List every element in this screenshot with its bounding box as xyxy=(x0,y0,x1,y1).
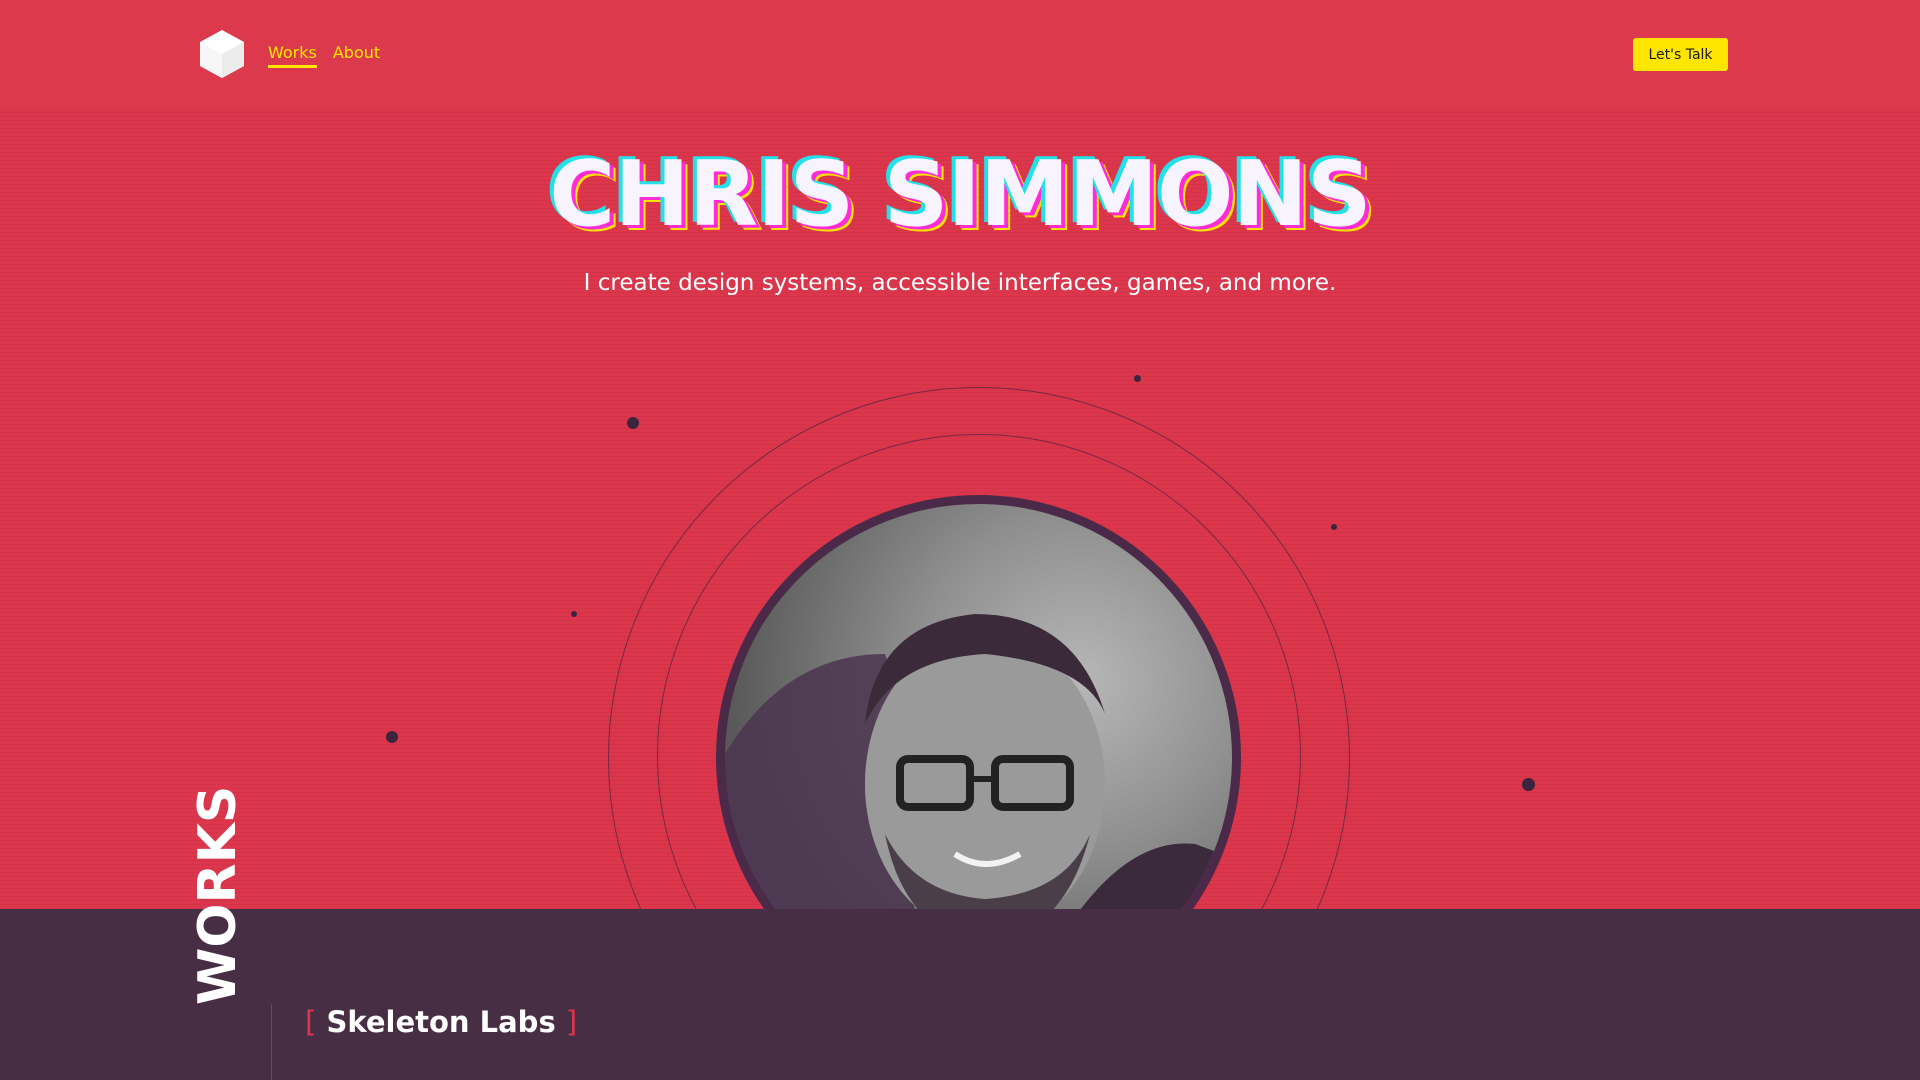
decorative-dot xyxy=(1134,375,1141,382)
works-section-label: WORKS xyxy=(188,785,248,1005)
decorative-dot xyxy=(386,731,398,743)
site-header: Works About Let's Talk xyxy=(0,0,1920,110)
decorative-dot xyxy=(1331,524,1337,530)
works-divider xyxy=(271,1004,272,1080)
hero-title: CHRIS SIMMONS xyxy=(549,142,1371,247)
project-title[interactable]: [ Skeleton Labs ] xyxy=(305,1005,577,1039)
lets-talk-button[interactable]: Let's Talk xyxy=(1633,38,1728,71)
hexagon-cube-icon[interactable] xyxy=(198,28,246,80)
decorative-dot xyxy=(1522,778,1535,791)
hero-subtitle: I create design systems, accessible inte… xyxy=(583,270,1337,296)
works-section xyxy=(0,909,1920,1080)
project-title-text: Skeleton Labs xyxy=(326,1005,556,1039)
nav-link-about[interactable]: About xyxy=(333,42,380,68)
hero-section: CHRIS SIMMONS I create design systems, a… xyxy=(0,0,1920,909)
bracket-close: ] xyxy=(565,1005,578,1039)
decorative-dot xyxy=(627,417,639,429)
nav-link-works[interactable]: Works xyxy=(268,42,317,68)
main-nav: Works About xyxy=(268,42,380,68)
bracket-open: [ xyxy=(305,1005,317,1039)
decorative-dot xyxy=(571,611,577,617)
